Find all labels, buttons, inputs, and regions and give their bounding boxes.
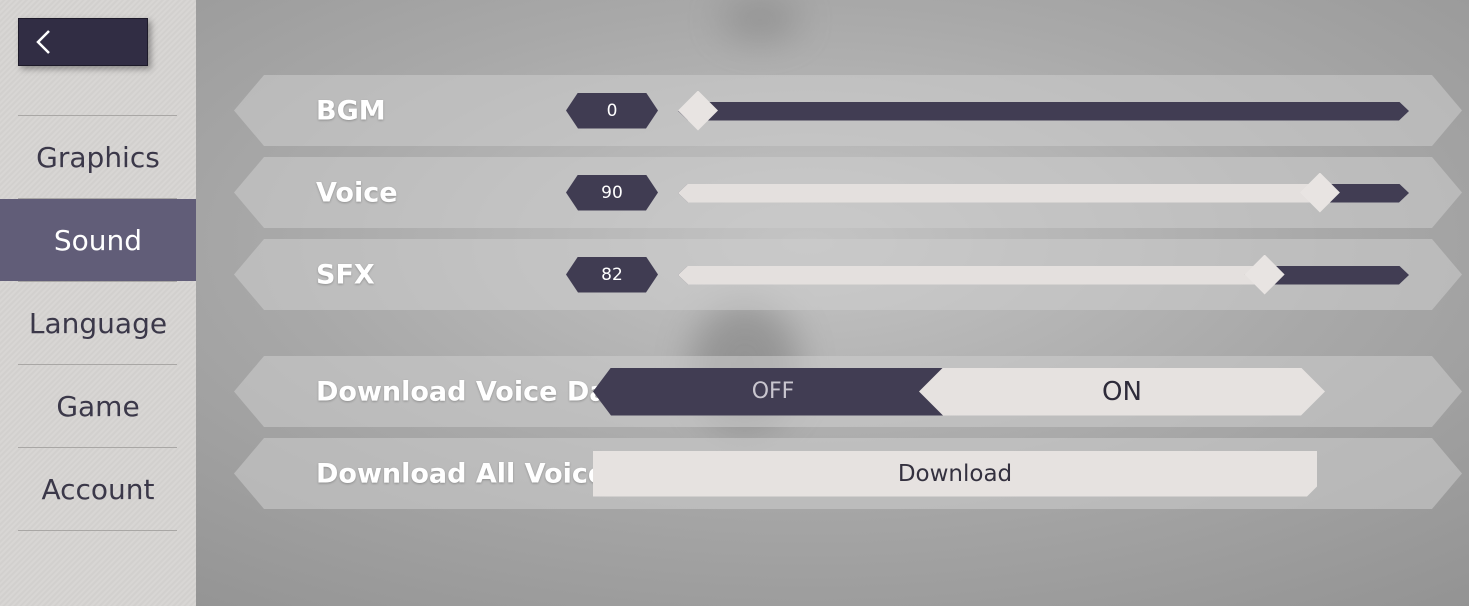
- sidebar-item-graphics[interactable]: Graphics: [0, 116, 196, 198]
- download-all-voices-row: Download All Voices Download: [234, 438, 1462, 509]
- sidebar-item-label: Language: [28, 306, 168, 340]
- toggle-on-option[interactable]: ON: [919, 368, 1325, 416]
- sfx-label: SFX: [316, 259, 375, 290]
- sidebar-item-account[interactable]: Account: [0, 448, 196, 530]
- sidebar-item-language[interactable]: Language: [0, 282, 196, 364]
- background-blur: [720, 0, 800, 40]
- bgm-row: BGM 0: [234, 75, 1462, 146]
- slider-fill: [678, 184, 1320, 203]
- bgm-slider[interactable]: [678, 90, 1409, 132]
- slider-fill: [678, 266, 1265, 285]
- download-all-voices-label: Download All Voices: [316, 458, 623, 489]
- voice-slider[interactable]: [678, 172, 1409, 214]
- sidebar-item-label: Sound: [53, 223, 143, 257]
- slider-track: [678, 102, 1409, 121]
- sidebar-item-label: Account: [41, 472, 155, 506]
- slider-knob[interactable]: [678, 91, 718, 131]
- sidebar-item-sound[interactable]: Sound: [0, 199, 196, 281]
- bgm-value-badge: 0: [566, 93, 658, 129]
- slider-knob[interactable]: [1245, 255, 1285, 295]
- sidebar: Graphics Sound Language Game Account: [0, 0, 196, 606]
- download-voice-data-row: Download Voice Data OFF ON: [234, 356, 1462, 427]
- toggle-off-option[interactable]: OFF: [593, 368, 953, 416]
- back-button[interactable]: [18, 18, 148, 66]
- sfx-row: SFX 82: [234, 239, 1462, 310]
- sfx-slider[interactable]: [678, 254, 1409, 296]
- voice-row: Voice 90: [234, 157, 1462, 228]
- slider-knob[interactable]: [1300, 173, 1340, 213]
- voice-value-badge: 90: [566, 175, 658, 211]
- bgm-label: BGM: [316, 95, 386, 126]
- divider: [18, 530, 177, 531]
- download-voice-data-toggle[interactable]: OFF ON: [593, 368, 1325, 416]
- sidebar-item-label: Game: [56, 389, 140, 423]
- sfx-value-badge: 82: [566, 257, 658, 293]
- download-button[interactable]: Download: [593, 451, 1317, 497]
- sidebar-item-label: Graphics: [36, 140, 160, 174]
- download-voice-data-label: Download Voice Data: [316, 376, 639, 407]
- voice-label: Voice: [316, 177, 398, 208]
- sidebar-item-game[interactable]: Game: [0, 365, 196, 447]
